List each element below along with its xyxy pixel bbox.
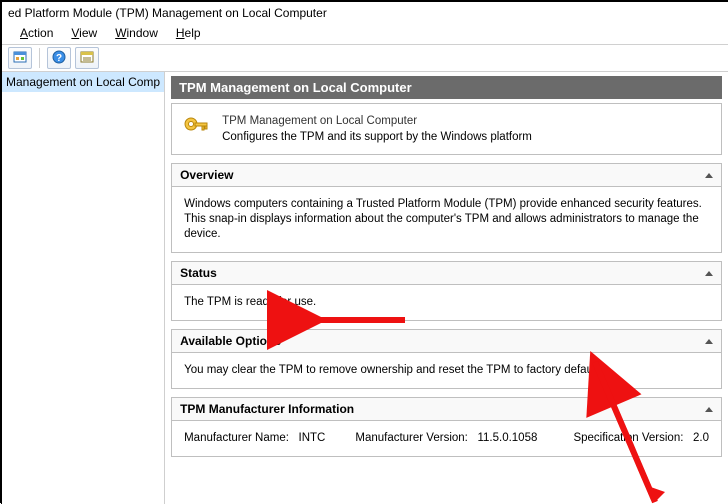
menu-action[interactable]: Action	[12, 24, 61, 42]
tree-pane: Management on Local Comp	[2, 72, 165, 504]
section-status-body: The TPM is ready for use.	[172, 285, 721, 320]
spec-version-label: Specification Version:	[573, 432, 683, 444]
toolbar-divider	[39, 48, 40, 68]
section-options-title: Available Options	[180, 334, 281, 348]
svg-text:?: ?	[56, 53, 62, 64]
collapse-icon	[705, 339, 713, 344]
toolbar-button-properties[interactable]	[8, 47, 32, 69]
intro-box: TPM Management on Local Computer Configu…	[171, 103, 722, 155]
tree-item-tpm-management[interactable]: Management on Local Comp	[2, 72, 164, 92]
toolbar-button-console[interactable]	[75, 47, 99, 69]
mfg-version-label: Manufacturer Version:	[355, 432, 468, 444]
section-overview: Overview Windows computers containing a …	[171, 163, 722, 253]
mfg-name-label: Manufacturer Name:	[184, 432, 289, 444]
content-pane: TPM Management on Local Computer TPM Man…	[165, 72, 728, 504]
toolbar-button-help[interactable]: ?	[47, 47, 71, 69]
menubar: Action View Window Help	[2, 22, 728, 45]
section-overview-header[interactable]: Overview	[172, 164, 721, 187]
mfg-version-value: 11.5.0.1058	[477, 432, 537, 444]
section-overview-body: Windows computers containing a Trusted P…	[172, 187, 721, 252]
menu-help[interactable]: Help	[168, 24, 209, 42]
menu-view[interactable]: View	[63, 24, 105, 42]
collapse-icon	[705, 407, 713, 412]
content-header: TPM Management on Local Computer	[171, 76, 722, 99]
window-title: ed Platform Module (TPM) Management on L…	[2, 2, 728, 22]
help-icon: ?	[52, 50, 66, 67]
section-manufacturer-info: TPM Manufacturer Information Manufacture…	[171, 397, 722, 457]
menu-window[interactable]: Window	[107, 24, 166, 42]
mfg-name-value: INTC	[299, 432, 326, 444]
collapse-icon	[705, 271, 713, 276]
toolbar: ?	[2, 45, 728, 72]
intro-title: TPM Management on Local Computer	[222, 114, 532, 128]
spec-version-value: 2.0	[693, 432, 709, 444]
section-options-body: You may clear the TPM to remove ownershi…	[172, 353, 721, 388]
section-status-title: Status	[180, 266, 217, 280]
intro-description: Configures the TPM and its support by th…	[222, 130, 532, 144]
key-icon	[182, 115, 210, 143]
section-status-header[interactable]: Status	[172, 262, 721, 285]
section-mfg-title: TPM Manufacturer Information	[180, 402, 354, 416]
properties-icon	[13, 51, 27, 66]
section-overview-title: Overview	[180, 168, 233, 182]
console-icon	[80, 51, 94, 66]
section-options-header[interactable]: Available Options	[172, 330, 721, 353]
collapse-icon	[705, 173, 713, 178]
section-mfg-header[interactable]: TPM Manufacturer Information	[172, 398, 721, 421]
section-status: Status The TPM is ready for use.	[171, 261, 722, 321]
section-available-options: Available Options You may clear the TPM …	[171, 329, 722, 389]
